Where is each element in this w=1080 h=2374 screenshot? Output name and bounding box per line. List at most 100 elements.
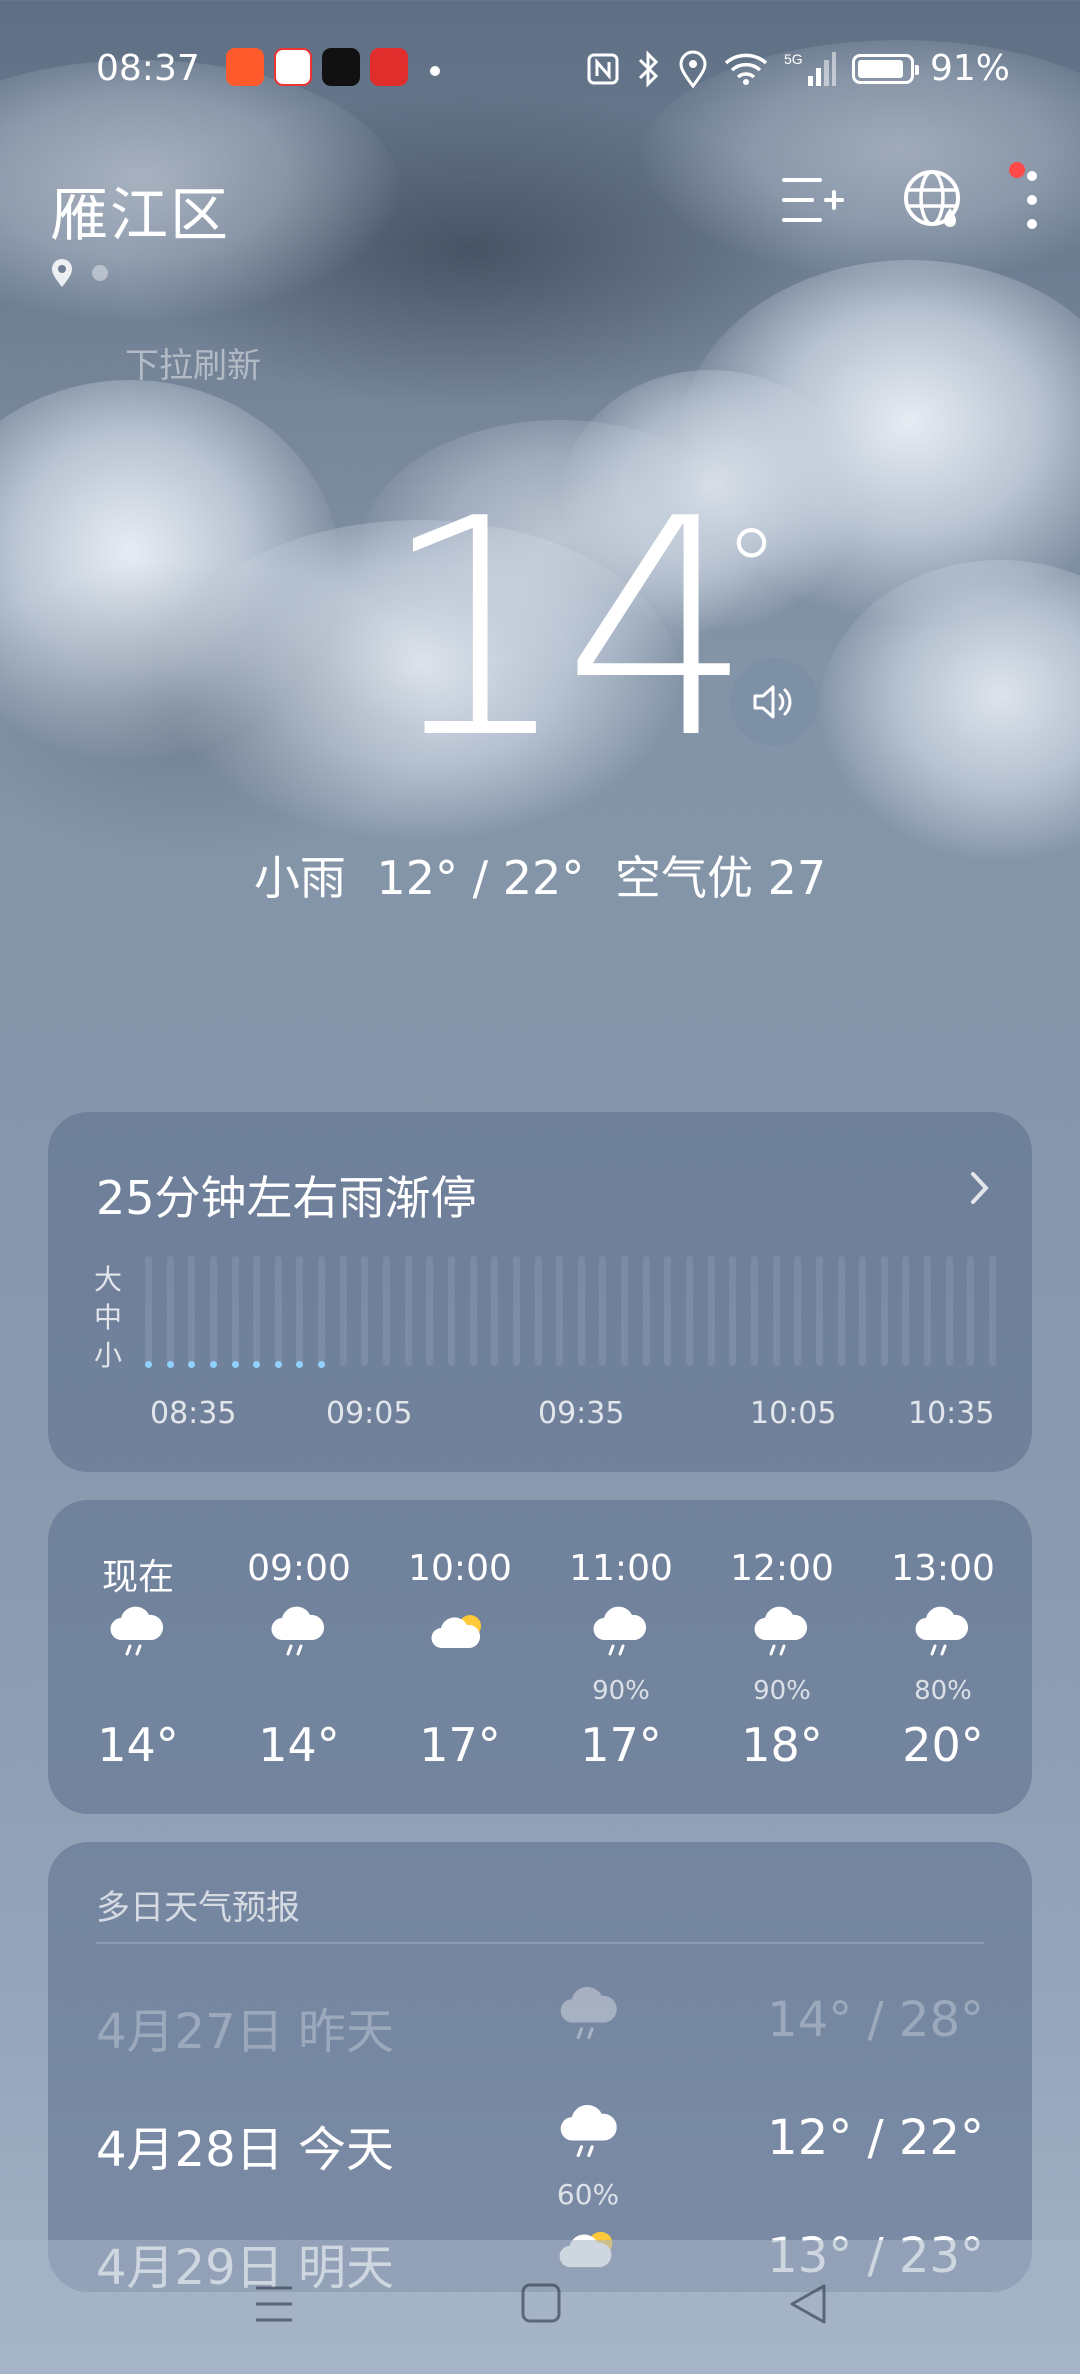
forecast-title: 多日天气预报 — [96, 1888, 300, 1928]
precip-bar — [621, 1256, 629, 1366]
precip-bar — [469, 1256, 477, 1366]
precip-bar — [166, 1256, 174, 1366]
voice-broadcast-button[interactable] — [730, 658, 818, 746]
notification-badge — [1009, 162, 1025, 178]
hour-temp: 14° — [97, 1718, 179, 1772]
nfc-icon — [587, 53, 619, 84]
rain-cloud-icon — [913, 1602, 973, 1662]
precip-bar — [686, 1256, 694, 1366]
page-indicator-dot — [92, 265, 108, 281]
precip-bar — [253, 1256, 261, 1366]
rain-point — [231, 1361, 239, 1368]
more-options-icon[interactable] — [1024, 168, 1040, 232]
hour-precip: 90% — [592, 1676, 650, 1706]
hour-precip: 80% — [914, 1676, 972, 1706]
precip-bar — [209, 1256, 217, 1366]
location-pin-icon — [52, 259, 72, 287]
pinduoduo-icon — [370, 48, 408, 86]
forecast-day-label: 今天 — [298, 2122, 395, 2178]
hour-temp: 20° — [902, 1718, 984, 1772]
level-moderate: 中 — [94, 1301, 123, 1334]
air-quality-text[interactable]: 空气优 27 — [615, 851, 826, 905]
rain-point — [274, 1361, 282, 1368]
precip-bar — [145, 1256, 152, 1366]
precip-bar — [534, 1256, 542, 1366]
precip-bar — [577, 1256, 585, 1366]
home-nav-icon[interactable] — [520, 2282, 562, 2324]
daily-forecast-card[interactable]: 多日天气预报 4月27日 昨天 14° / 28° 4月28日 今天 60% 12° / 2… — [48, 1842, 1032, 2292]
globe-icon[interactable] — [902, 168, 966, 232]
precip-bar — [945, 1256, 953, 1366]
rain-point — [166, 1361, 174, 1368]
rain-cloud-icon — [752, 1602, 812, 1662]
precip-bar — [902, 1256, 910, 1366]
precip-bar — [512, 1256, 520, 1366]
notification-more-dot — [430, 66, 440, 76]
rain-point — [296, 1361, 304, 1368]
status-bar: 08:37 5G 91% — [0, 40, 1080, 100]
precip-bar — [447, 1256, 455, 1366]
hour-temp: 17° — [580, 1718, 662, 1772]
precip-bar — [815, 1256, 823, 1366]
rain-point — [318, 1361, 326, 1368]
time-tick: 08:35 — [150, 1396, 237, 1431]
temp-range-text: 12° / 22° — [376, 851, 585, 905]
precip-bar — [361, 1256, 369, 1366]
back-nav-icon[interactable] — [788, 2282, 828, 2326]
hour-temp: 14° — [258, 1718, 340, 1772]
kuaishou-icon — [226, 48, 264, 86]
rain-point — [209, 1361, 217, 1368]
forecast-range: 14° / 28° — [767, 1992, 984, 2048]
cloud-sun-icon — [430, 1602, 490, 1662]
menu-nav-icon[interactable] — [254, 2282, 294, 2326]
precip-bar — [989, 1256, 996, 1366]
hourly-forecast-card[interactable]: 现在 14° 09:00 14° 10:00 17° 11:00 90% 17° 12:00 90%… — [48, 1500, 1032, 1814]
precip-bar — [729, 1256, 737, 1366]
rain-point — [145, 1361, 152, 1368]
precip-bar — [924, 1256, 932, 1366]
time-tick: 09:05 — [326, 1396, 413, 1431]
rain-point — [253, 1361, 261, 1368]
signal-5g-icon: 5G — [784, 51, 836, 86]
chevron-right-icon — [971, 1172, 989, 1204]
forecast-day-row[interactable]: 4月28日 今天 60% 12° / 22° — [48, 2104, 1032, 2220]
level-light: 小 — [94, 1339, 123, 1372]
precip-bar — [318, 1256, 326, 1366]
rain-cloud-icon — [591, 1602, 651, 1662]
weather-summary: 小雨 12° / 22° 空气优 27 — [0, 842, 1080, 908]
precip-bar — [967, 1256, 975, 1366]
toutiao-icon — [274, 48, 312, 86]
precip-bars — [145, 1256, 996, 1376]
precip-bar — [859, 1256, 867, 1366]
location-pager — [50, 258, 108, 288]
hour-precip: 90% — [753, 1676, 811, 1706]
location-icon — [679, 50, 707, 88]
level-heavy: 大 — [94, 1263, 123, 1296]
precipitation-card[interactable]: 25分钟左右雨渐停 大 中 小 08:35 09:05 09:35 10:05 … — [48, 1112, 1032, 1472]
precip-bar — [750, 1256, 758, 1366]
bluetooth-icon — [638, 49, 659, 88]
city-name[interactable]: 雁江区 — [50, 168, 230, 252]
degree-symbol: ° — [724, 505, 779, 633]
add-city-icon[interactable] — [780, 172, 844, 228]
forecast-day-row[interactable]: 4月27日 昨天 14° / 28° — [48, 1986, 1032, 2102]
time-tick: 10:35 — [908, 1396, 995, 1431]
pull-to-refresh-hint: 下拉刷新 — [125, 346, 261, 386]
precip-bar — [296, 1256, 304, 1366]
current-temperature: 14 — [380, 455, 754, 804]
precip-bar — [383, 1256, 391, 1366]
navigation-bar — [0, 2240, 1080, 2374]
speaker-icon — [753, 685, 792, 719]
precip-bar — [188, 1256, 196, 1366]
wifi-icon — [724, 53, 768, 85]
precip-bar — [880, 1256, 888, 1366]
battery-icon — [851, 53, 919, 84]
hour-label: 09:00 — [247, 1548, 351, 1589]
header-actions — [780, 168, 1040, 232]
rain-cloud-icon — [558, 2100, 622, 2164]
precip-bar — [556, 1256, 564, 1366]
precip-title: 25分钟左右雨渐停 — [96, 1171, 477, 1225]
hour-label: 10:00 — [408, 1548, 512, 1589]
hour-temp: 17° — [419, 1718, 501, 1772]
time-tick: 09:35 — [538, 1396, 625, 1431]
